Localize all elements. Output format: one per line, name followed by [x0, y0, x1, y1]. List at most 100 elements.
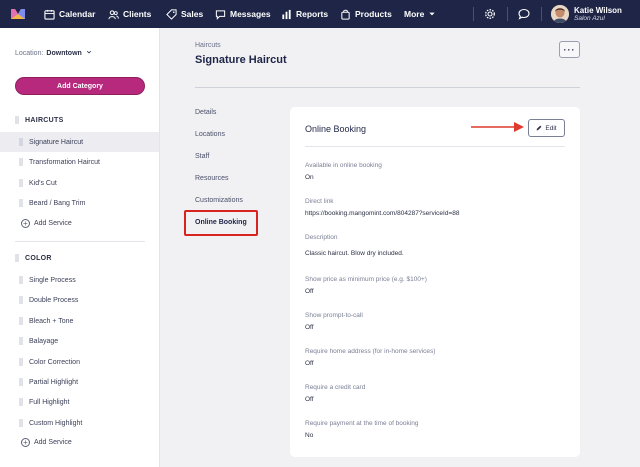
drag-handle-icon[interactable]	[15, 116, 19, 124]
field-value: Off	[305, 288, 314, 295]
plus-circle-icon: +	[21, 438, 30, 447]
service-name: Balayage	[29, 337, 59, 345]
field-label: Show price as minimum price (e.g. $100+)	[305, 276, 427, 283]
user-salon: Salon Azul	[574, 15, 605, 22]
service-item-balayage[interactable]: Balayage	[0, 331, 159, 351]
nav-sales-label: Sales	[181, 9, 204, 19]
nav-reports[interactable]: Reports	[281, 0, 328, 28]
nav-products-label: Products	[355, 9, 392, 19]
chat-icon	[215, 9, 226, 20]
location-selector[interactable]: Location: Downtown	[15, 49, 92, 57]
nav-calendar-label: Calendar	[59, 9, 96, 19]
add-category-button[interactable]: Add Category	[15, 77, 145, 95]
field-label: Require home address (for in-home servic…	[305, 348, 436, 355]
drag-handle-icon[interactable]	[19, 358, 23, 366]
nav-products[interactable]: Products	[340, 0, 392, 28]
nav-reports-label: Reports	[296, 9, 329, 19]
add-service-label: Add Service	[34, 220, 72, 227]
mangomint-logo[interactable]	[10, 6, 26, 22]
nav-more[interactable]: More	[404, 0, 436, 28]
service-item-single-process[interactable]: Single Process	[0, 270, 159, 290]
drag-handle-icon[interactable]	[19, 337, 23, 345]
nav-calendar[interactable]: Calendar	[44, 0, 95, 28]
breadcrumb[interactable]: Haircuts	[195, 42, 221, 49]
service-name: Single Process	[29, 276, 76, 284]
field-label: Show prompt-to-call	[305, 312, 363, 319]
field-label: Available in online booking	[305, 162, 382, 169]
service-item-partial-highlight[interactable]: Partial Highlight	[0, 372, 159, 392]
location-label: Location:	[15, 50, 44, 57]
subnav-details[interactable]: Details	[195, 109, 216, 116]
service-name: Partial Highlight	[29, 378, 79, 386]
service-item-bleach-tone[interactable]: Bleach + Tone	[0, 311, 159, 331]
bag-icon	[341, 9, 350, 20]
chevron-down-icon	[86, 50, 91, 54]
bar-chart-icon	[282, 9, 291, 19]
nav-clients-label: Clients	[123, 9, 152, 19]
subnav-staff[interactable]: Staff	[195, 153, 209, 160]
user-name: Katie Wilson	[574, 6, 622, 15]
service-name: Custom Highlight	[29, 419, 83, 427]
service-item-signature-haircut[interactable]: Signature Haircut	[0, 132, 159, 152]
avatar[interactable]	[551, 5, 569, 23]
drag-handle-icon[interactable]	[15, 254, 19, 262]
field-value: On	[305, 174, 314, 181]
avatar-photo	[551, 5, 569, 23]
gear-icon[interactable]	[484, 8, 496, 20]
nav-messages-label: Messages	[230, 9, 271, 19]
subnav-locations[interactable]: Locations	[195, 131, 225, 138]
field-label: Require payment at the time of booking	[305, 420, 419, 427]
edit-label: Edit	[545, 124, 557, 132]
nav-sales[interactable]: Sales	[166, 0, 203, 28]
service-item-custom-highlight[interactable]: Custom Highlight	[0, 413, 159, 433]
drag-handle-icon[interactable]	[19, 317, 23, 325]
top-nav: Calendar Clients Sales Messages Reports …	[0, 0, 640, 28]
drag-handle-icon[interactable]	[19, 419, 23, 427]
field-value: Off	[305, 324, 314, 331]
card-divider	[305, 146, 565, 147]
service-item-full-highlight[interactable]: Full Highlight	[0, 392, 159, 412]
drag-handle-icon[interactable]	[19, 179, 23, 187]
drag-handle-icon[interactable]	[19, 378, 23, 386]
category-header-haircuts[interactable]: HAIRCUTS	[15, 116, 64, 124]
more-options-button[interactable]: ···	[559, 41, 580, 58]
chevron-down-icon	[429, 12, 435, 16]
nav-clients[interactable]: Clients	[108, 0, 151, 28]
nav-divider	[473, 7, 474, 21]
field-value: Classic haircut. Blow dry included.	[305, 250, 404, 257]
drag-handle-icon[interactable]	[19, 138, 23, 146]
category-name: HAIRCUTS	[25, 116, 64, 124]
service-name: Color Correction	[29, 358, 80, 366]
service-item-double-process[interactable]: Double Process	[0, 290, 159, 310]
field-label: Direct link	[305, 198, 334, 205]
service-item-transformation-haircut[interactable]: Transformation Haircut	[0, 152, 159, 172]
add-service-button[interactable]: + Add Service	[21, 438, 72, 447]
annotation-highlight-box	[184, 210, 258, 236]
page-title: Signature Haircut	[195, 54, 287, 66]
subnav-resources[interactable]: Resources	[195, 175, 228, 182]
edit-button[interactable]: Edit	[528, 119, 565, 137]
annotation-arrow-icon	[471, 122, 524, 132]
clients-icon	[108, 9, 119, 19]
drag-handle-icon[interactable]	[19, 199, 23, 207]
drag-handle-icon[interactable]	[19, 158, 23, 166]
category-divider	[15, 241, 145, 242]
subnav-customizations[interactable]: Customizations	[195, 197, 243, 204]
drag-handle-icon[interactable]	[19, 296, 23, 304]
nav-messages[interactable]: Messages	[215, 0, 271, 28]
drag-handle-icon[interactable]	[19, 276, 23, 284]
service-item-color-correction[interactable]: Color Correction	[0, 352, 159, 372]
category-header-color[interactable]: COLOR	[15, 254, 52, 262]
service-item-beard-bang-trim[interactable]: Beard / Bang Trim	[0, 193, 159, 213]
service-item-kids-cut[interactable]: Kid's Cut	[0, 173, 159, 193]
direct-link[interactable]: https://booking.mangomint.com/804287?ser…	[305, 210, 459, 217]
sidebar: Location: Downtown Add Category HAIRCUTS …	[0, 28, 160, 467]
service-name: Bleach + Tone	[29, 317, 74, 325]
drag-handle-icon[interactable]	[19, 398, 23, 406]
user-block[interactable]: Katie Wilson Salon Azul	[574, 6, 622, 23]
card-title: Online Booking	[305, 124, 367, 134]
add-service-button[interactable]: + Add Service	[21, 219, 72, 228]
tag-icon	[166, 8, 177, 20]
field-value: Off	[305, 396, 314, 403]
chat-bubble-icon[interactable]	[518, 8, 530, 20]
